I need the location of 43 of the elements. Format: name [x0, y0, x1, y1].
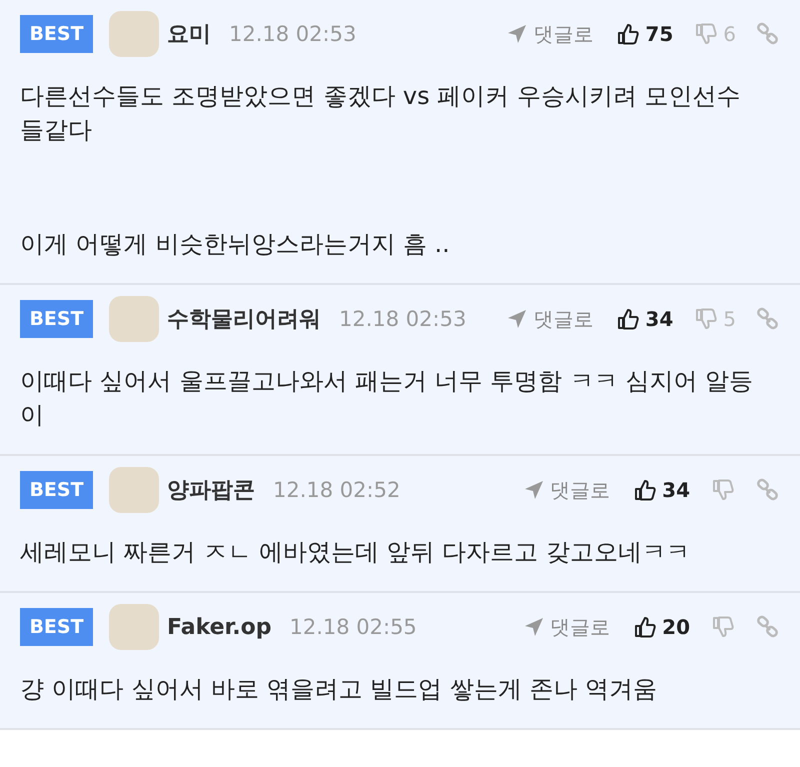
link-icon[interactable] [756, 478, 780, 502]
thumbs-down-icon [695, 23, 718, 45]
best-badge: BEST [20, 608, 93, 646]
link-icon[interactable] [756, 22, 780, 46]
like-button[interactable]: 20 [634, 615, 690, 639]
thumbs-up-icon [634, 479, 656, 501]
thumbs-down-icon [712, 479, 734, 501]
best-badge: BEST [20, 300, 93, 338]
send-arrow-icon [507, 309, 528, 329]
send-arrow-icon [507, 24, 528, 44]
comment-text: 이게 어떻게 비슷한뉘앙스라는거지 흠 .. [20, 229, 451, 260]
thumbs-up-icon [617, 308, 640, 330]
avatar-photo-placeholder[interactable] [109, 604, 159, 650]
dislike-button[interactable] [712, 616, 736, 638]
thumbs-up-icon [617, 23, 640, 45]
link-icon[interactable] [756, 615, 780, 639]
send-arrow-icon [524, 617, 544, 637]
timestamp: 12.18 02:52 [273, 478, 400, 502]
timestamp: 12.18 02:53 [339, 307, 466, 331]
timestamp: 12.18 02:55 [289, 615, 417, 639]
comment-text: 이때다 싶어서 울프끌고나와서 패는거 너무 투명함 ㅋㅋ 심지어 알등이 [20, 366, 754, 431]
best-badge: BEST [20, 471, 93, 509]
nickname[interactable]: 양파팝콘 [167, 475, 255, 505]
avatar-photo-placeholder[interactable] [109, 11, 159, 57]
like-button[interactable]: 75 [617, 22, 674, 46]
avatar-photo-placeholder[interactable] [109, 296, 159, 342]
comment-text: 다른선수들도 조명받았으면 좋겠다 vs 페이커 우승시키려 모인선수들같다 [20, 81, 742, 146]
dislike-button[interactable] [712, 479, 736, 501]
send-arrow-icon [524, 480, 544, 500]
thumbs-up-icon [634, 616, 656, 638]
nickname[interactable]: 수학물리어려워 [167, 304, 321, 334]
comment-text: 걍 이때다 싶어서 바로 엮을려고 빌드업 쌓는게 존나 역겨움 [20, 674, 658, 705]
best-badge: BEST [20, 15, 93, 53]
thumbs-down-icon [712, 616, 734, 638]
like-button[interactable]: 34 [634, 478, 690, 502]
nickname[interactable]: 요미 [167, 19, 211, 49]
nickname[interactable]: Faker.op [167, 614, 272, 640]
thumbs-down-icon [695, 308, 718, 330]
comment-text: 세레모니 짜른거 ㅈㄴ 에바였는데 앞뒤 다자르고 갖고오네ㅋㅋ [20, 537, 691, 568]
avatar-photo-placeholder[interactable] [109, 467, 159, 513]
like-button[interactable]: 34 [617, 307, 674, 331]
link-icon[interactable] [756, 307, 780, 331]
timestamp: 12.18 02:53 [229, 22, 356, 46]
